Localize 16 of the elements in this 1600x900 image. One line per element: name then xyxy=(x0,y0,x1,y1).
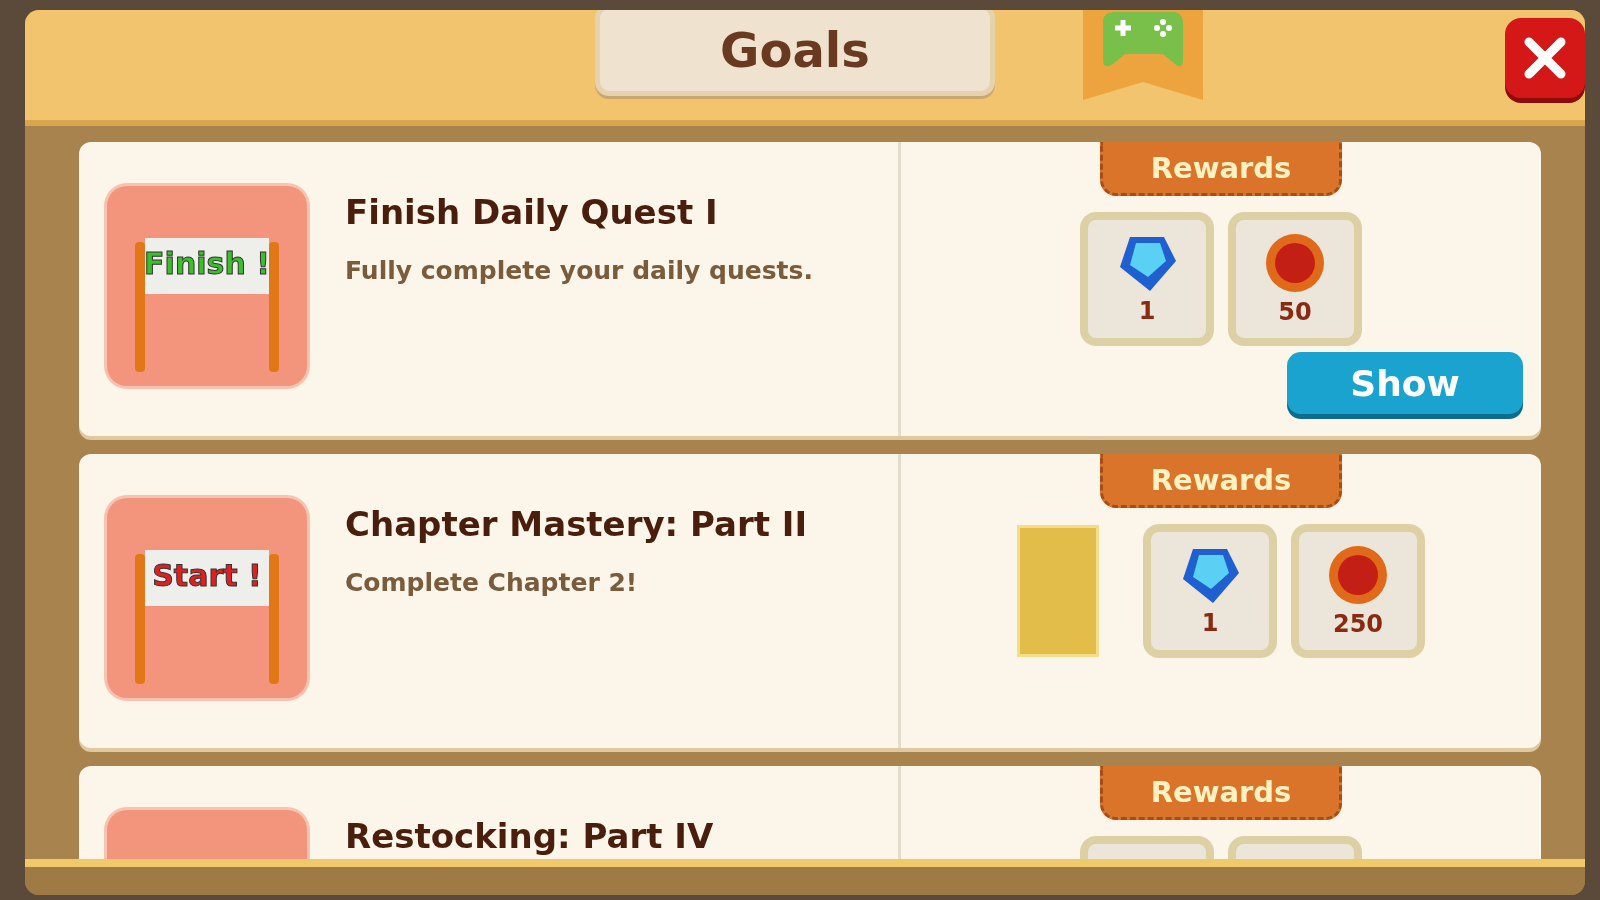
goal-title: Restocking: Part IV xyxy=(345,816,714,856)
goal-title: Chapter Mastery: Part II xyxy=(345,504,808,544)
sign-text: Start ! xyxy=(152,558,262,593)
reward-amount: 250 xyxy=(1332,610,1384,638)
sign-text: Finish ! xyxy=(144,246,270,281)
goal-description: Fully complete your daily quests. xyxy=(345,256,813,285)
reward-amount: 1 xyxy=(1201,609,1219,637)
close-icon xyxy=(1523,36,1567,80)
reward-amount: 1 xyxy=(1138,297,1156,325)
goal-description: Complete Chapter 2! xyxy=(345,568,639,597)
rewards-label: Rewards xyxy=(1100,766,1342,820)
rewards-label: Rewards xyxy=(1100,142,1342,196)
rewards-label: Rewards xyxy=(1100,454,1342,508)
goal-title: Finish Daily Quest I xyxy=(345,192,719,232)
reward-amount: 50 xyxy=(1278,298,1312,326)
window-title: Goals xyxy=(595,10,995,96)
